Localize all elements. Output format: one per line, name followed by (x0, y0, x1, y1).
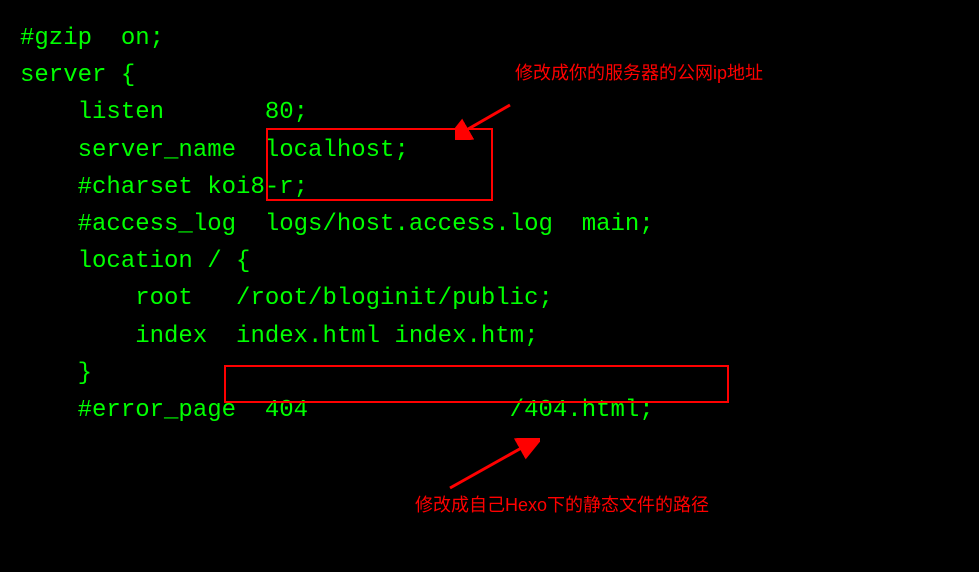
annotation-hexo-path: 修改成自己Hexo下的静态文件的路径 (415, 492, 709, 520)
code-line-location-open: location / { (20, 243, 959, 280)
code-line-access-log: #access_log logs/host.access.log main; (20, 206, 959, 243)
code-line-server-open: server { (20, 57, 959, 94)
code-line-listen: listen 80; (20, 94, 959, 131)
terminal-code-block: #gzip on; server { listen 80; server_nam… (20, 20, 959, 429)
code-line-server-name: server_name localhost; (20, 132, 959, 169)
code-line-location-close: } (20, 355, 959, 392)
code-line-index: index index.html index.htm; (20, 318, 959, 355)
code-line-root: root /root/bloginit/public; (20, 280, 959, 317)
code-line-charset: #charset koi8-r; (20, 169, 959, 206)
arrow-icon (440, 438, 540, 493)
code-line-error-page: #error_page 404 /404.html; (20, 392, 959, 429)
code-line-gzip: #gzip on; (20, 20, 959, 57)
